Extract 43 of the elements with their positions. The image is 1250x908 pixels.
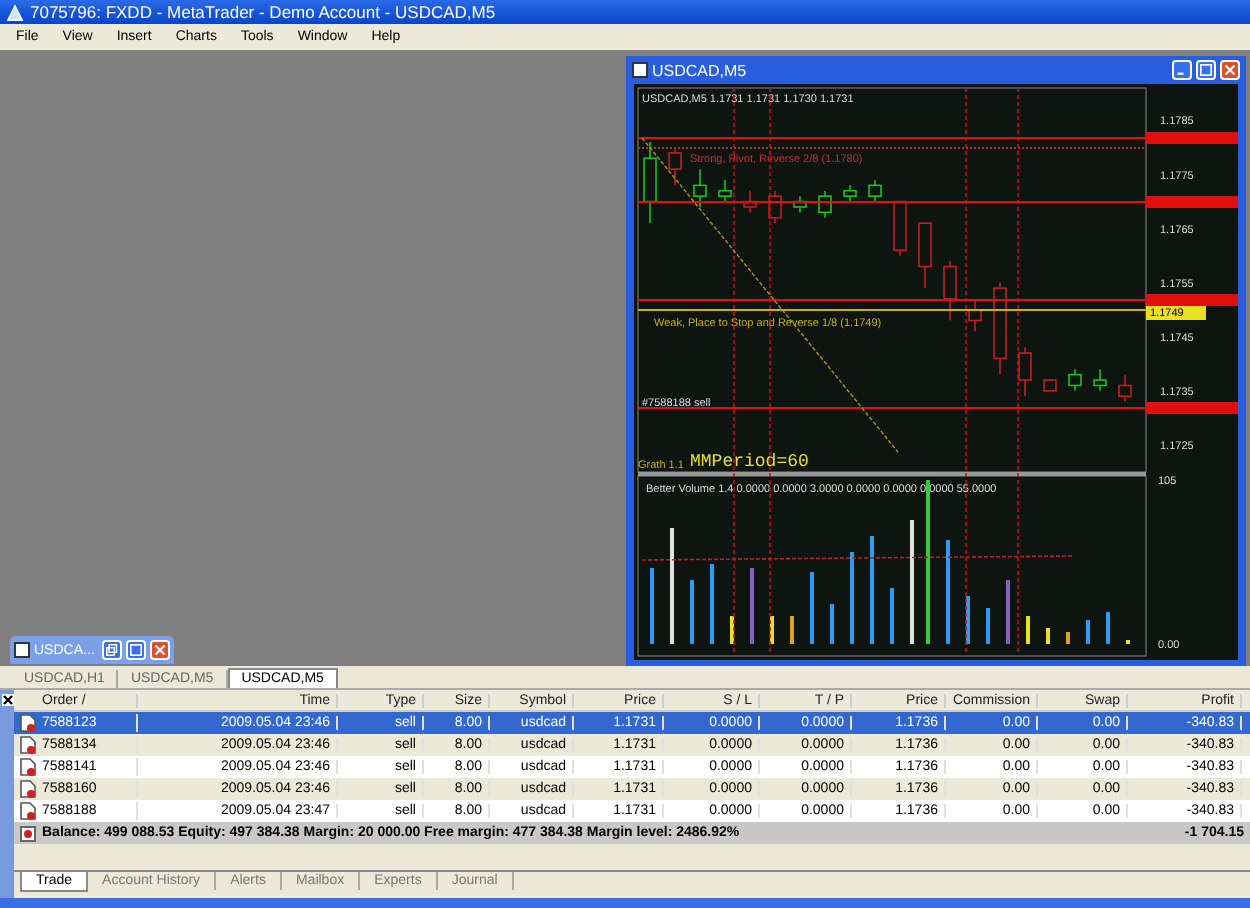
candle <box>1093 368 1107 392</box>
close-icon <box>154 644 166 656</box>
candle <box>1118 373 1132 403</box>
candle <box>668 146 682 187</box>
candle <box>643 141 657 224</box>
close-button[interactable] <box>150 640 170 660</box>
close-icon <box>1224 64 1236 76</box>
candle <box>793 195 807 214</box>
candle <box>968 298 982 333</box>
candle <box>993 281 1007 376</box>
maximize-button[interactable] <box>1196 60 1216 80</box>
sell-order-icon <box>20 758 36 776</box>
restore-button[interactable] <box>102 640 122 660</box>
candle <box>818 189 832 219</box>
candle <box>1068 368 1082 392</box>
close-icon[interactable] <box>1 694 13 706</box>
candle <box>693 168 707 208</box>
sell-order-icon <box>20 714 36 732</box>
candle <box>868 179 882 203</box>
minimize-button[interactable] <box>1172 60 1192 80</box>
candle <box>943 260 957 322</box>
candle <box>1018 346 1032 398</box>
sell-order-icon <box>20 736 36 754</box>
chart-window-icon <box>14 642 30 658</box>
sell-order-icon <box>20 802 36 820</box>
maximize-icon <box>130 644 142 656</box>
candle <box>768 189 782 224</box>
candle <box>718 179 732 203</box>
balance-icon <box>20 825 36 841</box>
maximize-icon <box>1200 64 1212 76</box>
candle <box>893 200 907 257</box>
candle <box>918 222 932 289</box>
window-title: 7075796: FXDD - MetaTrader - Demo Account - USDCAD,M5 <box>30 2 496 22</box>
maximize-button[interactable] <box>126 640 146 660</box>
candle <box>743 189 757 214</box>
restore-icon <box>106 644 118 656</box>
chart-window-icon <box>632 62 648 78</box>
chart-window-title: USDCAD,M5 <box>652 61 749 79</box>
candle <box>843 184 857 203</box>
period-label: MMPeriod=60 <box>690 452 809 472</box>
close-button[interactable] <box>1220 60 1240 80</box>
sell-order-icon <box>20 780 36 798</box>
candle <box>1043 379 1057 392</box>
